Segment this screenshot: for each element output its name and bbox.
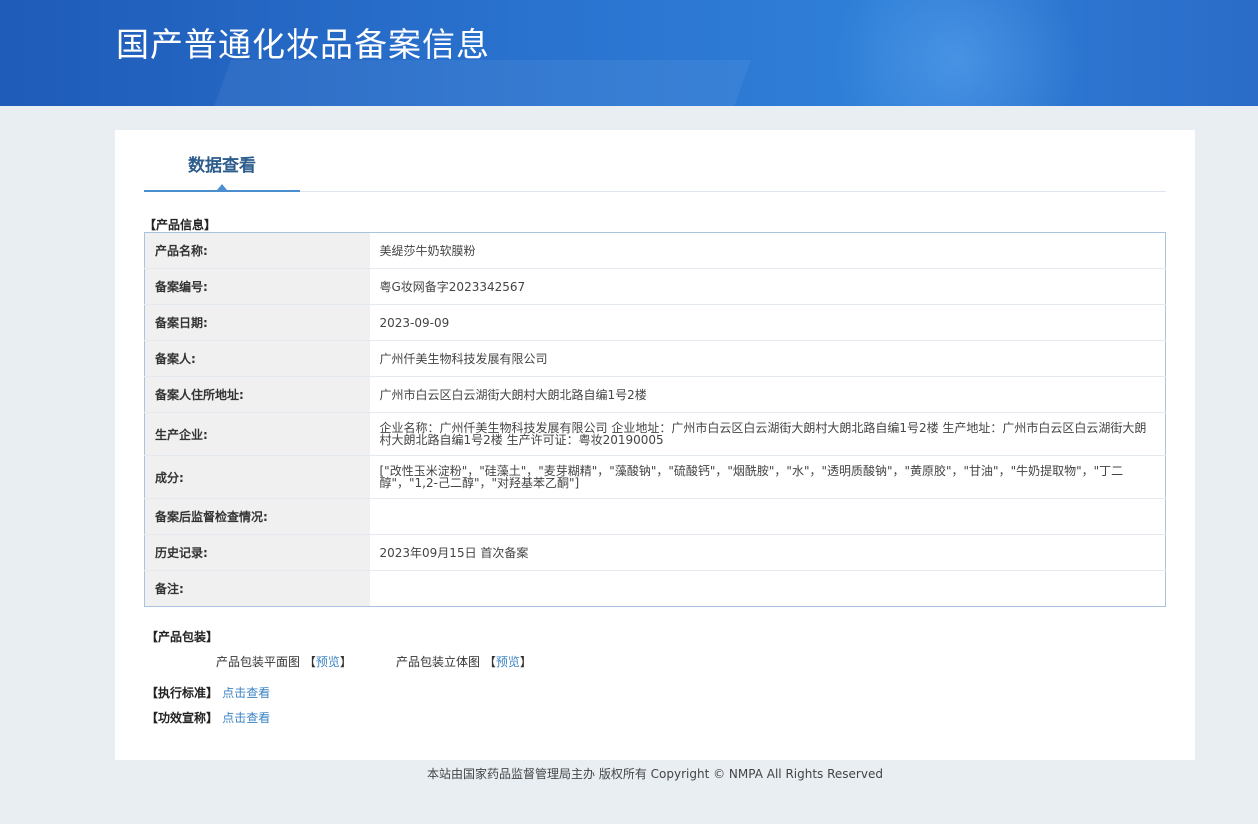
table-row: 成分: ["改性玉米淀粉"，"硅藻土"，"麦芽糊精"，"藻酸钠"，"硫酸钙"，"烟… [144,455,1166,499]
packaging-heading: 【产品包装】 [146,630,219,644]
tab-bar: 数据查看 [144,150,1166,192]
table-row: 备案人: 广州仟美生物科技发展有限公司 [144,340,1166,377]
row-value: 粤G妆网备字2023342567 [369,268,1166,305]
row-label: 历史记录: [144,534,370,571]
package-flat-label: 产品包装平面图 [216,655,301,669]
row-value: 2023年09月15日 首次备案 [369,534,1166,571]
row-label: 生产企业: [144,412,370,456]
standard-view-link[interactable]: 点击查看 [222,686,270,700]
bracket-close: 】 [519,655,532,669]
header-banner: 国产普通化妆品备案信息 [0,0,1258,106]
package-flat-preview-link[interactable]: 预览 [316,655,340,669]
row-value: 广州市白云区白云湖街大朗村大朗北路自编1号2楼 [369,376,1166,413]
row-value: 广州仟美生物科技发展有限公司 [369,340,1166,377]
row-label: 成分: [144,455,370,499]
row-label: 备案人住所地址: [144,376,370,413]
package-flat-item: 产品包装平面图 【预览】 [216,653,352,670]
bracket-open: 【 [483,655,496,669]
row-label: 备注: [144,570,370,607]
tab-data-view[interactable]: 数据查看 [144,150,300,192]
package-stereo-label: 产品包装立体图 [396,655,481,669]
bracket-close: 】 [339,655,352,669]
standard-label: 【执行标准】 [146,686,219,700]
bracket-open: 【 [303,655,316,669]
page-title: 国产普通化妆品备案信息 [116,25,490,64]
table-row: 历史记录: 2023年09月15日 首次备案 [144,534,1166,571]
row-value: 2023-09-09 [369,304,1166,341]
table-row: 备案编号: 粤G妆网备字2023342567 [144,268,1166,305]
package-stereo-item: 产品包装立体图 【预览】 [396,653,532,670]
product-info-heading: 【产品信息】 [144,218,217,232]
content-panel: 数据查看 【产品信息】 产品名称: 美缇莎牛奶软膜粉 备案编号: 粤G妆网备字202… [115,130,1195,760]
row-label: 备案编号: [144,268,370,305]
table-row: 备案后监督检查情况: [144,498,1166,535]
standard-heading: 【执行标准】 点击查看 [146,684,270,701]
table-row: 备注: [144,570,1166,607]
row-value: ["改性玉米淀粉"，"硅藻土"，"麦芽糊精"，"藻酸钠"，"硫酸钙"，"烟酰胺"… [369,455,1166,499]
table-row: 产品名称: 美缇莎牛奶软膜粉 [144,232,1166,269]
row-value: 美缇莎牛奶软膜粉 [369,232,1166,269]
table-row: 生产企业: 企业名称：广州仟美生物科技发展有限公司 企业地址：广州市白云区白云湖街… [144,412,1166,456]
efficacy-label: 【功效宣称】 [146,711,219,725]
efficacy-view-link[interactable]: 点击查看 [222,711,270,725]
table-row: 备案日期: 2023-09-09 [144,304,1166,341]
row-label: 备案人: [144,340,370,377]
table-row: 备案人住所地址: 广州市白云区白云湖街大朗村大朗北路自编1号2楼 [144,376,1166,413]
footer-copyright: 本站由国家药品监督管理局主办 版权所有 Copyright © NMPA All… [427,767,883,781]
row-label: 备案日期: [144,304,370,341]
efficacy-heading: 【功效宣称】 点击查看 [146,709,270,726]
row-value: 企业名称：广州仟美生物科技发展有限公司 企业地址：广州市白云区白云湖街大朗村大朗… [369,412,1166,456]
row-value [370,571,1166,607]
package-stereo-preview-link[interactable]: 预览 [496,655,520,669]
tab-label: 数据查看 [188,156,256,176]
row-label: 产品名称: [144,232,370,269]
product-info-table: 产品名称: 美缇莎牛奶软膜粉 备案编号: 粤G妆网备字2023342567 备案日期… [144,232,1166,607]
caret-up-icon [217,184,227,190]
row-value [369,498,1166,535]
row-label: 备案后监督检查情况: [144,498,370,535]
